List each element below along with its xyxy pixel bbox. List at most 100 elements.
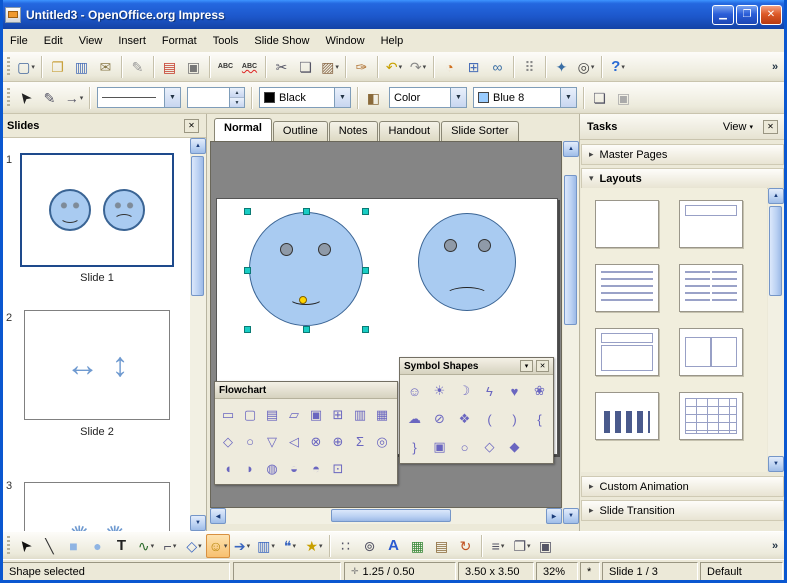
stars-tool[interactable]: ★▾ (302, 534, 326, 558)
resize-handle-ne[interactable] (362, 208, 369, 215)
flowchart-shape-button[interactable]: ▢ (239, 401, 261, 428)
tab-notes[interactable]: Notes (329, 121, 378, 141)
menu-item[interactable]: File (2, 31, 36, 51)
format-paintbrush-button[interactable]: ✑ (350, 55, 374, 79)
menu-item[interactable]: Tools (205, 31, 247, 51)
tab-slide-sorter[interactable]: Slide Sorter (441, 121, 518, 141)
navigator-button[interactable]: ✦ (550, 55, 574, 79)
symbol-shape-button[interactable]: ) (502, 405, 527, 433)
arrow-style-button[interactable]: →▾ (62, 86, 86, 110)
symbol-shapes-tool[interactable]: ☺▾ (206, 534, 230, 558)
close-icon[interactable]: ✕ (763, 120, 778, 134)
slide-thumbnail-1[interactable] (20, 153, 174, 267)
toolbar-separator[interactable] (377, 56, 379, 78)
scrollbar-track[interactable] (226, 508, 546, 524)
menu-item[interactable]: Window (317, 31, 372, 51)
spin-down-button[interactable]: ▼ (230, 98, 244, 107)
layout-thumbnail[interactable] (595, 392, 659, 440)
symbol-shape-button[interactable]: ☀ (427, 377, 452, 405)
adjust-handle[interactable] (299, 296, 307, 304)
line-width-value[interactable] (188, 88, 229, 107)
flowchart-tool[interactable]: ▥▾ (254, 534, 278, 558)
new-document-button[interactable]: ▢▾ (14, 55, 38, 79)
flowchart-shape-button[interactable]: ○ (239, 428, 261, 455)
scroll-down-button[interactable]: ▼ (563, 508, 579, 524)
tab-handout[interactable]: Handout (379, 121, 441, 141)
close-button[interactable]: ✕ (760, 5, 782, 25)
text-tool[interactable]: T (110, 534, 134, 558)
edit-file-button[interactable]: ✎ (126, 55, 150, 79)
toolbar-separator[interactable] (481, 535, 483, 557)
section-layouts[interactable]: ▾ Layouts (581, 168, 784, 189)
menu-item[interactable]: View (71, 31, 111, 51)
alignment-button[interactable]: ≡▾ (486, 534, 510, 558)
symbol-shape-button[interactable]: ○ (452, 433, 477, 461)
extrusion-toggle-button[interactable]: ▣ (534, 534, 558, 558)
zoom-button[interactable]: ◎▾ (574, 55, 598, 79)
symbol-shape-button[interactable]: ☽ (452, 377, 477, 405)
flowchart-shape-button[interactable]: ◓ (305, 455, 327, 482)
menu-item[interactable]: Edit (36, 31, 71, 51)
callouts-tool[interactable]: ❝▾ (278, 534, 302, 558)
menu-item[interactable]: Format (154, 31, 205, 51)
toolbar-grip[interactable] (7, 536, 10, 556)
toolbar-separator[interactable] (329, 535, 331, 557)
scrollbar-thumb[interactable] (191, 156, 204, 296)
scrollbar-thumb[interactable] (331, 509, 451, 522)
undo-button[interactable]: ↶▾ (382, 55, 406, 79)
toolbar-separator[interactable] (41, 56, 43, 78)
section-master-pages[interactable]: ▸ Master Pages (581, 144, 784, 165)
flowchart-shape-button[interactable]: ◍ (261, 455, 283, 482)
insert-chart-button[interactable]: ◔ (438, 55, 462, 79)
scrollbar-track[interactable] (768, 204, 784, 456)
resize-handle-n[interactable] (303, 208, 310, 215)
spellcheck-button[interactable]: ABC (214, 55, 238, 79)
print-button[interactable]: ▣ (182, 55, 206, 79)
toolbar-separator[interactable] (121, 56, 123, 78)
flowchart-shape-button[interactable]: ⊗ (305, 428, 327, 455)
toolbar-overflow-button[interactable]: » (766, 61, 784, 73)
flowchart-shape-button[interactable]: ▥ (349, 401, 371, 428)
scroll-up-button[interactable]: ▲ (768, 188, 784, 204)
symbol-shape-button[interactable]: ☁ (402, 405, 427, 433)
layout-thumbnail[interactable] (679, 392, 743, 440)
resize-handle-se[interactable] (362, 326, 369, 333)
layout-thumbnail[interactable] (679, 264, 743, 312)
resize-handle-w[interactable] (244, 267, 251, 274)
hyperlink-button[interactable]: ∞ (486, 55, 510, 79)
smiley-face-shape[interactable] (249, 212, 363, 326)
open-button[interactable]: ❐ (46, 55, 70, 79)
menu-item[interactable]: Help (373, 31, 412, 51)
flowchart-shape-button[interactable]: ⊡ (327, 455, 349, 482)
rotate-button[interactable]: ↻ (454, 534, 478, 558)
chevron-down-icon[interactable]: ▼ (334, 88, 350, 107)
line-style-combo[interactable]: ▼ (97, 87, 181, 108)
resize-handle-e[interactable] (362, 267, 369, 274)
flowchart-shape-button[interactable]: ◖ (217, 455, 239, 482)
scrollbar-thumb[interactable] (769, 206, 782, 296)
flowchart-shape-button[interactable]: ◒ (283, 455, 305, 482)
flowchart-shape-button[interactable]: ▱ (283, 401, 305, 428)
layout-thumbnail[interactable] (679, 200, 743, 248)
select-tool[interactable]: ➤ (14, 534, 38, 558)
flowchart-shape-button[interactable]: ⊕ (327, 428, 349, 455)
line-tool[interactable]: ╲ (38, 534, 62, 558)
view-dropdown[interactable]: View ▾ (718, 118, 758, 136)
toolbar-separator[interactable] (265, 56, 267, 78)
minimize-button[interactable]: ▁ (712, 5, 734, 25)
flowchart-shape-button[interactable]: ◗ (239, 455, 261, 482)
scroll-up-button[interactable]: ▲ (190, 138, 206, 154)
symbol-shape-button[interactable]: ( (477, 405, 502, 433)
edit-points-button[interactable]: ➤ (14, 86, 38, 110)
chevron-down-icon[interactable]: ▾ (520, 360, 533, 372)
section-slide-transition[interactable]: ▸ Slide Transition (581, 500, 784, 521)
chevron-down-icon[interactable]: ▼ (164, 88, 180, 107)
fill-type-combo[interactable]: Color ▼ (389, 87, 467, 108)
basic-shapes-tool[interactable]: ◇▾ (182, 534, 206, 558)
flowchart-shape-button[interactable]: ⊞ (327, 401, 349, 428)
fontwork-button[interactable]: A (382, 534, 406, 558)
toolbar-separator[interactable] (345, 56, 347, 78)
toolbar-grip[interactable] (7, 88, 10, 108)
menu-item[interactable]: Insert (110, 31, 154, 51)
curve-tool[interactable]: ∿▾ (134, 534, 158, 558)
